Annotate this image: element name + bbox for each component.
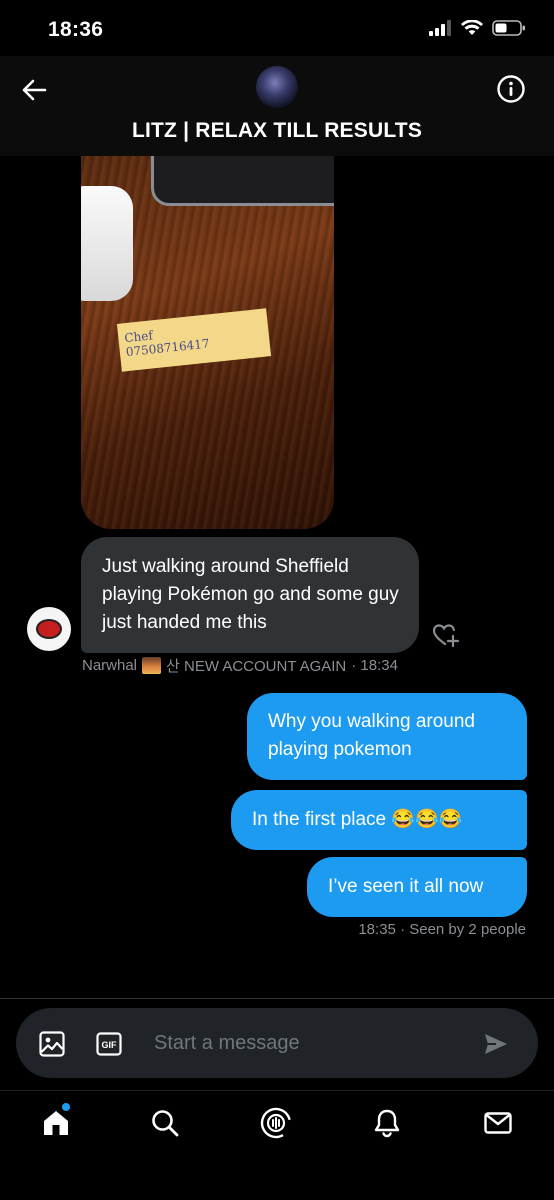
search-icon [152,1110,179,1137]
incoming-message-meta: Narwhal 산 NEW ACCOUNT AGAIN · 18:34 [82,655,398,676]
incoming-message-time: · 18:34 [351,657,398,674]
outgoing-message-bubble[interactable]: Why you walking around playing pokemon [247,693,527,780]
seen-status[interactable]: · Seen by 2 people [400,921,526,938]
image-icon [39,1031,65,1057]
sunset-emoji-icon [142,657,162,674]
mail-icon [484,1112,512,1134]
sender-name-suffix[interactable]: 산 NEW ACCOUNT AGAIN [166,655,346,676]
sender-name[interactable]: Narwhal [82,657,137,674]
message-input[interactable] [154,1026,464,1060]
group-avatar[interactable] [256,66,298,108]
photo-airpods-shape [81,186,133,301]
send-icon [485,1034,507,1054]
spaces-icon [260,1107,292,1139]
home-icon [44,1111,68,1135]
info-icon [497,75,525,103]
outgoing-message-bubble[interactable]: I’ve seen it all now [307,857,527,917]
message-photo[interactable]: Chef 07508716417 [81,156,334,529]
send-button[interactable] [482,1030,510,1058]
bell-icon [374,1109,400,1138]
status-time: 18:36 [48,18,104,41]
nav-spaces[interactable] [258,1105,294,1141]
arrow-left-icon [22,79,47,101]
add-gif-button[interactable]: GIF [95,1030,123,1058]
react-button[interactable] [431,620,461,650]
incoming-message-bubble[interactable]: Just walking around Sheffield playing Po… [81,537,419,653]
outgoing-message-time: 18:35 [358,921,396,938]
avatar-image [36,619,62,639]
group-title[interactable]: LITZ | RELAX TILL RESULTS [0,119,554,143]
battery-icon [492,20,525,36]
photo-paper-note: Chef 07508716417 [116,308,272,372]
gif-label: GIF [102,1040,118,1050]
bottom-navigation [0,1090,554,1200]
gif-icon: GIF [96,1032,122,1056]
back-button[interactable] [18,74,50,106]
nav-home[interactable] [38,1103,74,1141]
nav-search[interactable] [147,1105,183,1141]
wifi-icon [461,20,483,35]
photo-note-text: Chef 07508716417 [123,328,211,360]
composer-divider [0,998,554,999]
outgoing-message-meta: 18:35 · Seen by 2 people [358,921,526,938]
nav-messages[interactable] [480,1105,516,1141]
message-composer: GIF [16,1008,538,1078]
photo-phone-shape [151,156,334,206]
outgoing-message-bubble[interactable]: In the first place 😂😂😂 [231,790,527,850]
conversation-info-button[interactable] [496,74,526,104]
status-icons [428,20,526,36]
conversation-header: LITZ | RELAX TILL RESULTS [0,56,554,156]
sender-avatar[interactable] [27,607,71,651]
new-activity-dot [62,1103,70,1111]
nav-notifications[interactable] [369,1105,405,1141]
heart-plus-icon [432,624,460,648]
cellular-signal-icon [429,20,451,36]
status-bar: 18:36 [0,0,554,60]
add-image-button[interactable] [38,1030,66,1058]
